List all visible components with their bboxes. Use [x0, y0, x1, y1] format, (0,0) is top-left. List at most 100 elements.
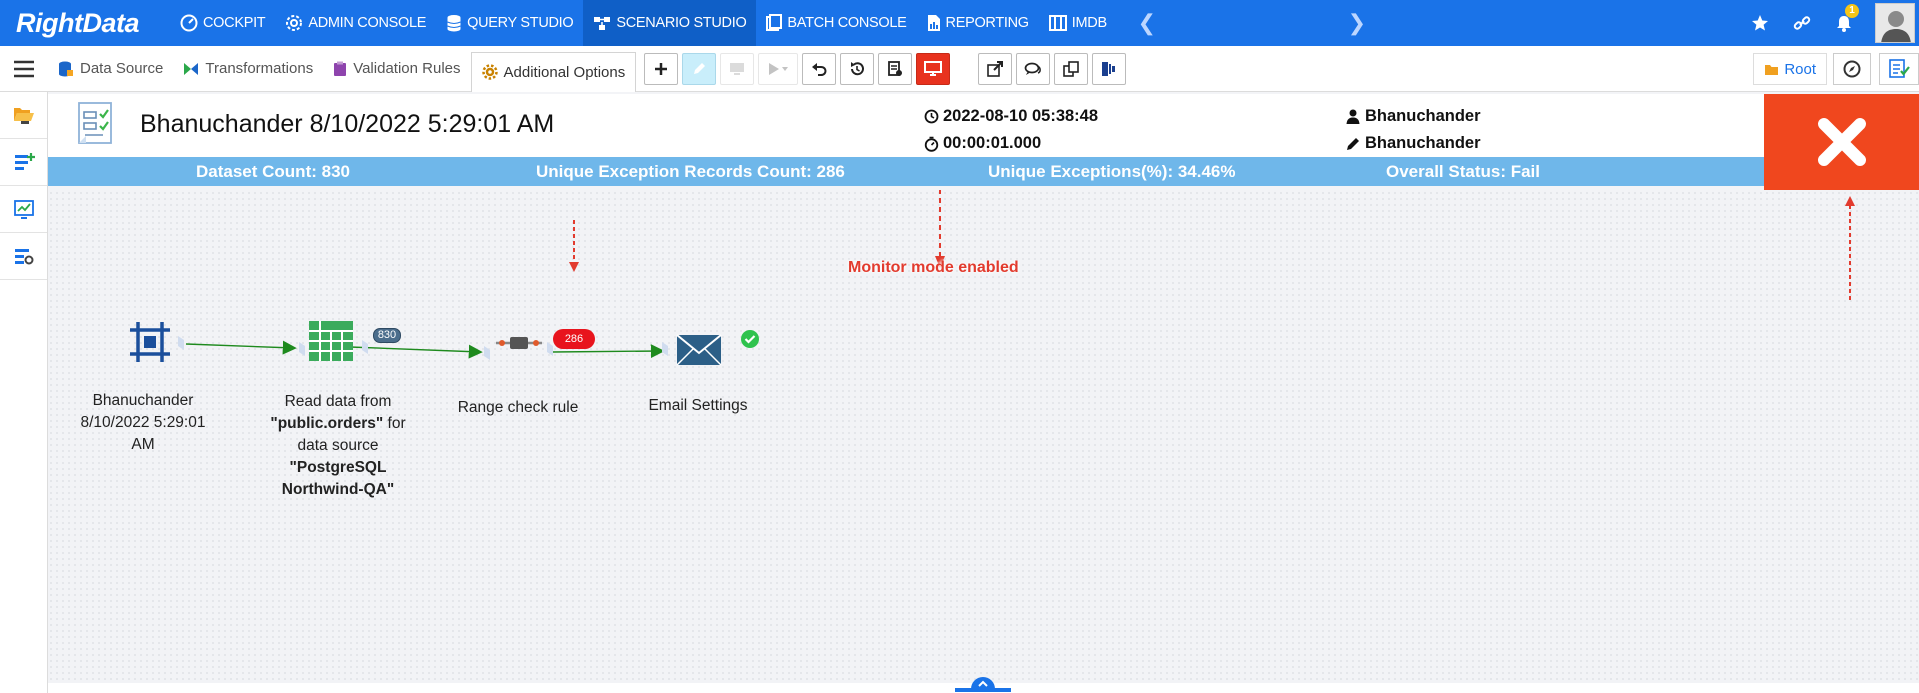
report-settings-button[interactable] [878, 52, 913, 85]
dataset-count: Dataset Count: 830 [196, 162, 350, 181]
start-node-label: Bhanuchander 8/10/2022 5:29:01 AM [68, 390, 218, 456]
favorites-star-icon[interactable] [1739, 14, 1781, 32]
range-check-rule-icon[interactable] [494, 333, 544, 353]
overall-status: Overall Status: Fail [1386, 162, 1540, 181]
record-count-badge: 830 [373, 328, 401, 343]
rightdata-logo[interactable]: RightData [0, 0, 170, 46]
report-icon [927, 15, 940, 31]
split-view-icon [1102, 61, 1116, 76]
run-button[interactable] [758, 52, 799, 85]
range-check-rule-label: Range check rule [457, 399, 579, 416]
sidebar-open-folder[interactable] [0, 92, 47, 139]
cockpit-icon [180, 14, 198, 32]
nav-cockpit[interactable]: COCKPIT [170, 0, 275, 46]
tab-additional-options[interactable]: Additional Options [470, 51, 637, 92]
root-folder-button[interactable]: Root [1753, 53, 1827, 85]
nav-scenario-studio-label: SCENARIO STUDIO [616, 15, 747, 31]
read-data-label-line: "public.orders" for [248, 413, 428, 435]
scenario-flow-canvas[interactable]: 830 286 Bhanuchander 8/10/2022 5:29:01 A… [48, 190, 1919, 683]
validation-checklist-button[interactable] [1879, 53, 1919, 85]
menu-hamburger-icon[interactable] [0, 46, 48, 92]
add-button[interactable] [644, 52, 679, 85]
nav-batch-console[interactable]: BATCH CONSOLE [756, 0, 916, 46]
toolbar-right: Root [1753, 46, 1919, 92]
sidebar-settings[interactable] [0, 233, 47, 280]
history-button[interactable] [840, 52, 875, 85]
edge-start-to-read [185, 340, 297, 355]
copy-button[interactable] [1054, 52, 1089, 85]
sidebar-add-item[interactable] [0, 139, 47, 186]
run-stats-bar: Dataset Count: 830 Unique Exception Reco… [48, 157, 1764, 186]
user-avatar[interactable] [1875, 3, 1915, 43]
nav-right-actions: 1 [1739, 0, 1919, 46]
annotation-arrowhead-badge [569, 262, 579, 272]
root-folder-label: Root [1784, 60, 1816, 78]
table-source-icon[interactable] [308, 320, 354, 362]
unique-exception-records-count: Unique Exception Records Count: 286 [536, 162, 845, 181]
nav-query-studio[interactable]: QUERY STUDIO [436, 0, 583, 46]
port-range-in [484, 346, 490, 360]
read-data-source-name-2: Northwind-QA" [281, 481, 395, 498]
undo-button[interactable] [802, 52, 837, 85]
bottom-panel-expand-handle[interactable] [955, 675, 1011, 693]
run-datetime-row: 2022-08-10 05:38:48 [924, 103, 1098, 130]
plus-icon [655, 62, 668, 75]
link-icon[interactable] [1781, 14, 1823, 32]
created-by-row: Bhanuchander [1346, 103, 1481, 130]
nav-imdb[interactable]: IMDB [1039, 0, 1117, 46]
clock-icon [924, 109, 939, 124]
read-data-label-line: Read data from [284, 393, 392, 410]
scenario-run-title: Bhanuchander 8/10/2022 5:29:01 AM [140, 110, 555, 138]
edge-range-to-email [551, 344, 665, 359]
display-button[interactable] [720, 52, 755, 85]
port-read-in [299, 342, 305, 356]
compass-button[interactable] [1833, 53, 1871, 85]
tab-transformations[interactable]: Transformations [173, 46, 323, 92]
scenario-toolbar: Data Source Transformations Validation R… [0, 46, 1919, 92]
sidebar-dashboard[interactable] [0, 186, 47, 233]
top-nav: RightData COCKPIT ADMIN CONSOLE QUERY ST… [0, 0, 1919, 46]
left-sidebar [0, 92, 48, 693]
nav-query-studio-label: QUERY STUDIO [467, 15, 574, 31]
export-button[interactable] [978, 52, 1013, 85]
checklist-icon [1889, 59, 1910, 78]
email-settings-icon[interactable] [676, 333, 722, 367]
validation-rules-icon [334, 61, 347, 76]
add-list-icon [14, 153, 35, 170]
nav-admin-console[interactable]: ADMIN CONSOLE [275, 0, 436, 46]
comments-button[interactable] [1016, 52, 1051, 85]
monitor-mode-annotation: Monitor mode enabled [848, 259, 1019, 276]
nav-imdb-label: IMDB [1071, 15, 1107, 31]
logo-text: RightData [16, 7, 140, 38]
tab-validation-rules[interactable]: Validation Rules [323, 46, 470, 92]
nav-scroll-right-icon[interactable]: ❯ [1327, 10, 1387, 36]
nav-reporting-label: REPORTING [945, 15, 1030, 31]
gear-icon [286, 15, 303, 31]
monitor-mode-button[interactable] [916, 52, 951, 85]
run-datetime: 2022-08-10 05:38:48 [943, 107, 1099, 125]
exception-count-badge[interactable]: 286 [553, 329, 595, 349]
stopwatch-icon [924, 136, 939, 152]
nav-scenario-studio[interactable]: SCENARIO STUDIO [583, 0, 757, 46]
batch-icon [766, 14, 783, 31]
settings-list-icon [14, 249, 33, 265]
run-time-info: 2022-08-10 05:38:48 00:00:01.000 [924, 103, 1098, 157]
nav-cockpit-label: COCKPIT [203, 15, 266, 31]
tab-validation-rules-label: Validation Rules [353, 60, 461, 77]
split-view-button[interactable] [1092, 52, 1127, 85]
edit-button[interactable] [682, 52, 717, 85]
start-node-label-line: AM [131, 436, 155, 453]
nav-reporting[interactable]: REPORTING [917, 0, 1039, 46]
fail-status-indicator [1764, 94, 1919, 190]
notifications-bell-icon[interactable]: 1 [1823, 4, 1865, 32]
modified-by: Bhanuchander [1365, 134, 1481, 152]
run-duration: 00:00:01.000 [943, 134, 1042, 152]
nav-scroll-left-icon[interactable]: ❮ [1117, 10, 1177, 36]
chart-screen-icon [13, 200, 34, 219]
start-node-icon[interactable] [128, 320, 172, 364]
edit-icon [694, 62, 706, 74]
modified-by-row: Bhanuchander [1346, 130, 1481, 157]
tab-data-source[interactable]: Data Source [48, 46, 173, 92]
record-count-value: 830 [377, 329, 397, 341]
nav-admin-console-label: ADMIN CONSOLE [308, 15, 427, 31]
